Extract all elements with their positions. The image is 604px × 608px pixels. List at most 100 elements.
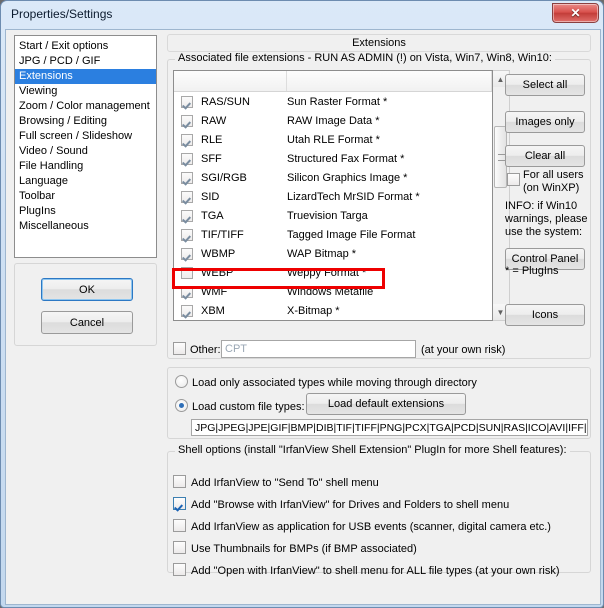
extension-description: Utah RLE Format *: [287, 134, 380, 146]
sidebar-item-miscellaneous[interactable]: Miscellaneous: [15, 219, 156, 234]
extension-name: WBMP: [201, 248, 236, 260]
extension-name: RAS/SUN: [201, 96, 250, 108]
extensions-list[interactable]: RAS/SUN Sun Raster Format * RAW RAW Imag…: [173, 70, 493, 321]
extension-name: TGA: [201, 210, 224, 222]
table-row[interactable]: SGI/RGB Silicon Graphics Image *: [174, 169, 492, 188]
load-custom-label: Load custom file types:: [192, 401, 305, 413]
table-row[interactable]: SID LizardTech MrSID Format *: [174, 188, 492, 207]
plugins-legend-note: * = PlugIns: [505, 265, 559, 277]
extension-checkbox[interactable]: [181, 248, 193, 260]
extension-description: Structured Fax Format *: [287, 153, 405, 165]
browse-with-irfanview-label: Add "Browse with IrfanView" for Drives a…: [191, 499, 510, 511]
extension-description: X-Bitmap *: [287, 305, 340, 317]
table-row[interactable]: TGA Truevision Targa: [174, 207, 492, 226]
sidebar-item-plugins[interactable]: PlugIns: [15, 204, 156, 219]
extension-checkbox[interactable]: [181, 229, 193, 241]
table-row[interactable]: RAW RAW Image Data *: [174, 112, 492, 131]
sidebar-item-video-sound[interactable]: Video / Sound: [15, 144, 156, 159]
icons-button[interactable]: Icons: [505, 304, 585, 326]
column-header-description: [287, 71, 492, 91]
sidebar-item-jpg-pcd-gif[interactable]: JPG / PCD / GIF: [15, 54, 156, 69]
for-all-users-label-line2: (on WinXP): [523, 182, 580, 194]
load-associated-radio[interactable]: [175, 375, 188, 388]
extension-name: RLE: [201, 134, 223, 146]
sidebar-item-file-handling[interactable]: File Handling: [15, 159, 156, 174]
shell-options-legend: Shell options (install "IrfanView Shell …: [175, 444, 570, 456]
properties-settings-window: Properties/Settings ✕ Start / Exit optio…: [0, 0, 604, 608]
sidebar-item-full-screen-slideshow[interactable]: Full screen / Slideshow: [15, 129, 156, 144]
extension-description: Tagged Image File Format: [287, 229, 416, 241]
sidebar-item-toolbar[interactable]: Toolbar: [15, 189, 156, 204]
extension-name: RAW: [201, 115, 227, 127]
extensions-list-scrollbar[interactable]: ▲ ▼: [493, 70, 510, 321]
images-only-button[interactable]: Images only: [505, 111, 585, 133]
extension-description: RAW Image Data *: [287, 115, 380, 127]
column-header-extension: [174, 71, 287, 91]
other-checkbox[interactable]: [173, 342, 186, 355]
for-all-users-label-line1: For all users: [523, 169, 584, 181]
page-title: Extensions: [167, 34, 591, 52]
extension-description: Windows Metafile: [287, 286, 374, 298]
extensions-list-header: [174, 71, 492, 92]
extension-checkbox[interactable]: [181, 96, 193, 108]
extension-checkbox[interactable]: [181, 210, 193, 222]
load-associated-label: Load only associated types while moving …: [192, 377, 477, 389]
settings-category-list[interactable]: Start / Exit options JPG / PCD / GIF Ext…: [14, 35, 157, 258]
extension-checkbox[interactable]: [181, 305, 193, 317]
custom-extensions-input[interactable]: JPG|JPEG|JPE|GIF|BMP|DIB|TIF|TIFF|PNG|PC…: [191, 419, 588, 436]
sidebar-item-browsing-editing[interactable]: Browsing / Editing: [15, 114, 156, 129]
extension-description: Silicon Graphics Image *: [287, 172, 408, 184]
usb-events-label: Add IrfanView as application for USB eve…: [191, 521, 551, 533]
extension-description: LizardTech MrSID Format *: [287, 191, 420, 203]
table-row[interactable]: WEBP Weppy Format *: [174, 264, 492, 283]
usb-events-checkbox[interactable]: [173, 519, 186, 532]
extension-name: SID: [201, 191, 220, 203]
bmp-thumbnails-checkbox[interactable]: [173, 541, 186, 554]
sidebar-item-viewing[interactable]: Viewing: [15, 84, 156, 99]
other-extensions-input[interactable]: CPT: [221, 340, 416, 358]
extension-name: TIF/TIFF: [201, 229, 244, 241]
table-row[interactable]: XBM X-Bitmap *: [174, 302, 492, 320]
sidebar-item-zoom-color-management[interactable]: Zoom / Color management: [15, 99, 156, 114]
extension-checkbox[interactable]: [181, 191, 193, 203]
extension-description: Sun Raster Format *: [287, 96, 388, 108]
extension-name: WEBP: [201, 267, 234, 279]
ok-button[interactable]: OK: [41, 278, 133, 301]
table-row[interactable]: WBMP WAP Bitmap *: [174, 245, 492, 264]
extension-checkbox[interactable]: [181, 267, 193, 279]
table-row[interactable]: SFF Structured Fax Format *: [174, 150, 492, 169]
browse-with-irfanview-checkbox[interactable]: [173, 497, 186, 510]
load-default-extensions-button[interactable]: Load default extensions: [306, 393, 466, 415]
extension-checkbox[interactable]: [181, 134, 193, 146]
extension-checkbox[interactable]: [181, 286, 193, 298]
open-with-all-types-label: Add "Open with IrfanView" to shell menu …: [191, 565, 560, 577]
close-icon: ✕: [570, 6, 581, 20]
table-row-wmf[interactable]: WMF Windows Metafile: [174, 283, 492, 302]
other-label: Other:: [190, 344, 221, 356]
table-row[interactable]: TIF/TIFF Tagged Image File Format: [174, 226, 492, 245]
extension-description: WAP Bitmap *: [287, 248, 357, 260]
extension-name: SFF: [201, 153, 222, 165]
extension-name: WMF: [201, 286, 228, 298]
clear-all-button[interactable]: Clear all: [505, 145, 585, 167]
extension-checkbox[interactable]: [181, 153, 193, 165]
extension-description: Truevision Targa: [287, 210, 368, 222]
sidebar-item-language[interactable]: Language: [15, 174, 156, 189]
table-row[interactable]: RLE Utah RLE Format *: [174, 131, 492, 150]
open-with-all-types-checkbox[interactable]: [173, 563, 186, 576]
extension-name: XBM: [201, 305, 225, 317]
extension-checkbox[interactable]: [181, 172, 193, 184]
sidebar-item-start-exit-options[interactable]: Start / Exit options: [15, 39, 156, 54]
sidebar-item-extensions[interactable]: Extensions: [15, 69, 156, 84]
other-risk-note: (at your own risk): [421, 344, 506, 356]
table-row[interactable]: RAS/SUN Sun Raster Format *: [174, 93, 492, 112]
associated-extensions-legend: Associated file extensions - RUN AS ADMI…: [175, 52, 555, 64]
cancel-button[interactable]: Cancel: [41, 311, 133, 334]
window-title: Properties/Settings: [11, 7, 113, 21]
select-all-button[interactable]: Select all: [505, 74, 585, 96]
for-all-users-checkbox[interactable]: [507, 173, 520, 186]
close-button[interactable]: ✕: [552, 3, 599, 23]
load-custom-radio[interactable]: [175, 399, 188, 412]
extension-checkbox[interactable]: [181, 115, 193, 127]
send-to-shell-checkbox[interactable]: [173, 475, 186, 488]
